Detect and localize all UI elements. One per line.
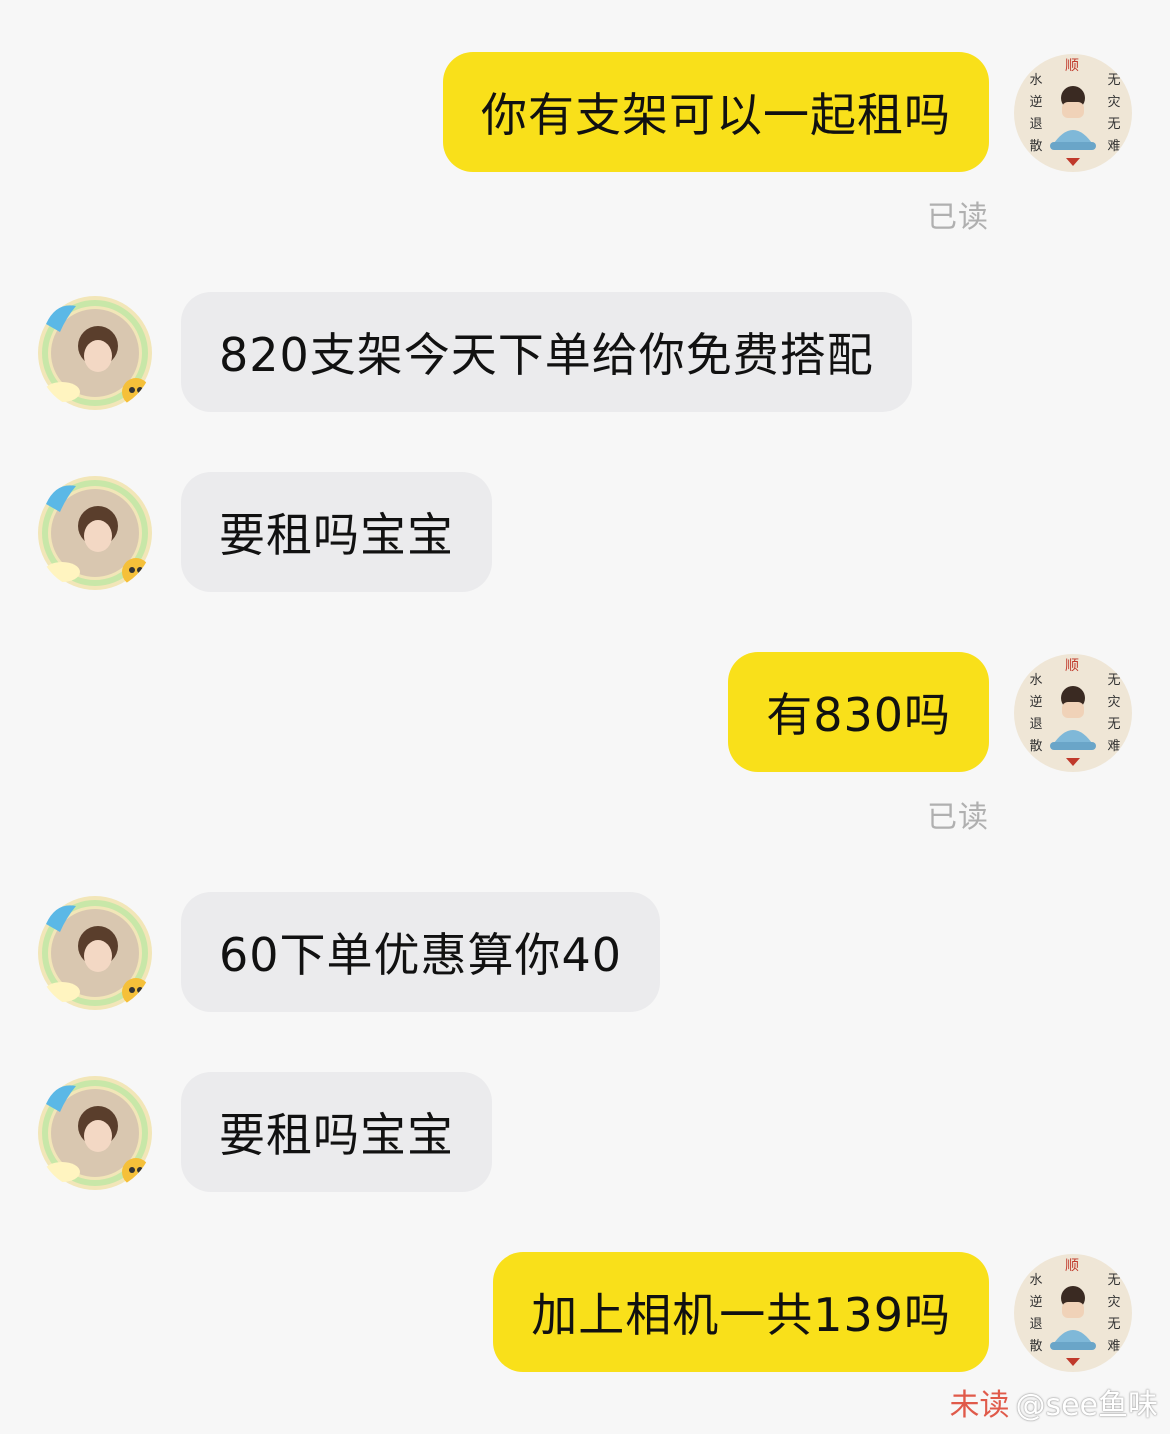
contact-avatar[interactable] (36, 1074, 154, 1192)
svg-text:顺: 顺 (1065, 1258, 1079, 1274)
svg-text:灾: 灾 (1107, 1294, 1120, 1310)
svg-text:退: 退 (1029, 117, 1042, 132)
svg-text:无: 无 (1107, 1273, 1120, 1288)
svg-text:顺: 顺 (1065, 58, 1079, 74)
svg-text:退: 退 (1029, 1317, 1042, 1332)
svg-text:无: 无 (1107, 117, 1120, 132)
my-avatar[interactable]: 顺 水 逆 退 散 无 灾 无 难 (1014, 54, 1132, 172)
svg-text:无: 无 (1107, 1317, 1120, 1332)
svg-text:散: 散 (1029, 139, 1042, 154)
contact-avatar-icon (38, 896, 152, 1010)
svg-text:水: 水 (1029, 1273, 1042, 1288)
contact-avatar[interactable] (36, 474, 154, 592)
svg-text:难: 难 (1107, 739, 1120, 754)
svg-text:顺: 顺 (1065, 658, 1079, 674)
message-row-theirs: 要租吗宝宝 (0, 472, 1170, 592)
watermark-handle: @see鱼味 (1015, 1388, 1158, 1423)
svg-text:无: 无 (1107, 673, 1120, 688)
svg-text:难: 难 (1107, 1339, 1120, 1354)
svg-text:逆: 逆 (1029, 94, 1042, 110)
read-status: 已读 (927, 200, 989, 235)
message-bubble-theirs[interactable]: 要租吗宝宝 (181, 1072, 492, 1192)
message-bubble-mine[interactable]: 加上相机一共139吗 (493, 1252, 989, 1372)
message-row-theirs: 820支架今天下单给你免费搭配 (0, 292, 1170, 412)
contact-avatar-icon (38, 476, 152, 590)
contact-avatar-icon (38, 1076, 152, 1190)
my-avatar-icon: 顺 水 逆 退 散 无 灾 无 难 (1014, 654, 1132, 772)
svg-text:散: 散 (1029, 739, 1042, 754)
my-avatar[interactable]: 顺 水 逆 退 散 无 灾 无 难 (1014, 1254, 1132, 1372)
svg-text:无: 无 (1107, 73, 1120, 88)
svg-text:逆: 逆 (1029, 1294, 1042, 1310)
unread-status: 未读 (949, 1388, 1010, 1423)
contact-avatar-icon (38, 296, 152, 410)
svg-text:灾: 灾 (1107, 94, 1120, 110)
message-row-mine: 你有支架可以一起租吗 顺 水 逆 退 散 无 灾 无 难 (0, 52, 1170, 172)
svg-text:散: 散 (1029, 1339, 1042, 1354)
message-row-mine: 加上相机一共139吗 顺 水 逆 退 散 无 灾 无 难 (0, 1252, 1170, 1372)
message-bubble-mine[interactable]: 你有支架可以一起租吗 (443, 52, 989, 172)
svg-text:水: 水 (1029, 673, 1042, 688)
svg-text:退: 退 (1029, 717, 1042, 732)
read-status: 已读 (927, 800, 989, 835)
message-bubble-theirs[interactable]: 要租吗宝宝 (181, 472, 492, 592)
my-avatar-icon: 顺 水 逆 退 散 无 灾 无 难 (1014, 1254, 1132, 1372)
svg-text:逆: 逆 (1029, 694, 1042, 710)
watermark: 未读 @see鱼味 (949, 1380, 1158, 1424)
contact-avatar[interactable] (36, 294, 154, 412)
svg-text:难: 难 (1107, 139, 1120, 154)
message-bubble-theirs[interactable]: 820支架今天下单给你免费搭配 (181, 292, 912, 412)
svg-text:无: 无 (1107, 717, 1120, 732)
my-avatar[interactable]: 顺 水 逆 退 散 无 灾 无 难 (1014, 654, 1132, 772)
message-bubble-mine[interactable]: 有830吗 (728, 652, 989, 772)
svg-text:灾: 灾 (1107, 694, 1120, 710)
message-row-mine: 有830吗 顺 水 逆 退 散 无 灾 无 难 (0, 652, 1170, 772)
message-bubble-theirs[interactable]: 60下单优惠算你40 (181, 892, 661, 1012)
message-row-theirs: 60下单优惠算你40 (0, 892, 1170, 1012)
contact-avatar[interactable] (36, 894, 154, 1012)
svg-text:水: 水 (1029, 73, 1042, 88)
message-row-theirs: 要租吗宝宝 (0, 1072, 1170, 1192)
my-avatar-icon: 顺 水 逆 退 散 无 灾 无 难 (1014, 54, 1132, 172)
